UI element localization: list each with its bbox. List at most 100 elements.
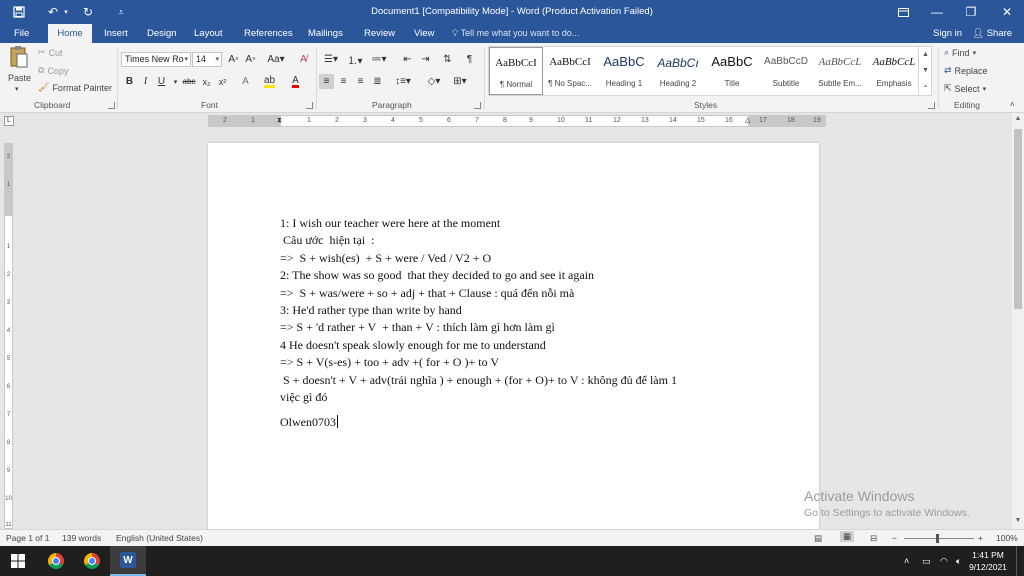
style-emphasis[interactable]: AaBbCcL Emphasis <box>867 47 921 95</box>
grow-font-icon[interactable]: A ˄ <box>226 52 241 67</box>
save-icon[interactable] <box>10 4 28 20</box>
cut-button[interactable]: ✂ Cut <box>38 47 63 58</box>
change-case-icon[interactable]: Aa▾ <box>264 52 288 67</box>
style-heading-1[interactable]: AaBbC Heading 1 <box>597 47 651 95</box>
copy-button[interactable]: ⧉ Copy <box>38 65 68 76</box>
style-subtle-emphasis[interactable]: AaBbCcL Subtle Em... <box>813 47 867 95</box>
style-subtitle[interactable]: AaBbCcD Subtitle <box>759 47 813 95</box>
taskbar-clock[interactable]: 1:41 PM 9/12/2021 <box>962 549 1014 573</box>
tab-design[interactable]: Design <box>139 24 185 43</box>
vertical-scrollbar[interactable]: ▲ ▼ <box>1012 113 1024 529</box>
show-desktop-button[interactable] <box>1016 546 1024 576</box>
zoom-slider-thumb[interactable] <box>936 534 939 543</box>
undo-icon[interactable]: ↶ <box>44 4 62 20</box>
borders-icon[interactable]: ⊞▾ <box>450 74 470 89</box>
right-indent-icon[interactable]: △ <box>745 116 750 126</box>
document-line[interactable]: 1: I wish our teacher were here at the m… <box>280 216 500 230</box>
document-line[interactable]: 4 He doesn't speak slowly enough for me … <box>280 338 546 352</box>
align-left-icon[interactable]: ≡ <box>319 74 334 89</box>
select-button[interactable]: ⇱ Select ▾ <box>944 83 986 94</box>
paragraph-launcher-icon[interactable] <box>474 102 481 109</box>
clear-formatting-icon[interactable]: A̸ <box>296 52 311 67</box>
vertical-ruler[interactable]: 2 1 1 2 3 4 5 6 7 8 9 10 11 <box>4 143 13 529</box>
language-indicator[interactable]: English (United States) <box>116 533 203 543</box>
chevron-down-icon[interactable]: ▼ <box>922 67 929 74</box>
tab-references[interactable]: References <box>236 24 301 43</box>
tab-layout[interactable]: Layout <box>186 24 231 43</box>
document-line[interactable]: => S + 'd rather + V + than + V : thích … <box>280 320 555 334</box>
undo-dropdown-icon[interactable]: ▾ <box>62 4 70 20</box>
styles-launcher-icon[interactable] <box>928 102 935 109</box>
minimize-button[interactable]: — <box>920 0 954 24</box>
document-line[interactable]: việc gì đó <box>280 390 327 404</box>
shading-icon[interactable]: ◇▾ <box>424 74 444 89</box>
superscript-button[interactable]: x² <box>215 74 230 89</box>
document-line[interactable]: => S + was/were + so + adj + that + Clau… <box>280 286 574 300</box>
read-mode-icon[interactable]: ▤ <box>814 533 822 544</box>
decrease-indent-icon[interactable]: ⇤ <box>400 52 415 67</box>
scroll-down-icon[interactable]: ▼ <box>1012 517 1024 527</box>
shrink-font-icon[interactable]: A ˅ <box>243 52 258 67</box>
chevron-up-icon[interactable]: ▲ <box>922 51 929 58</box>
document-line[interactable]: => S + V(s-es) + too + adv +( for + O )+… <box>280 355 499 369</box>
print-layout-icon[interactable]: ▦ <box>840 531 855 542</box>
zoom-slider-track[interactable] <box>904 538 974 539</box>
underline-button[interactable]: U <box>154 74 169 89</box>
battery-icon[interactable]: ▭ <box>922 546 931 576</box>
bullets-icon[interactable]: ☰▾ <box>320 52 342 67</box>
document-page[interactable]: 1: I wish our teacher were here at the m… <box>208 143 819 529</box>
sign-in-link[interactable]: Sign in <box>933 24 962 43</box>
numbering-icon[interactable]: ⒈▾ <box>344 52 366 67</box>
tray-chevron-icon[interactable]: ˄ <box>904 546 909 576</box>
italic-button[interactable]: I <box>138 74 153 89</box>
close-button[interactable]: ✕ <box>990 0 1024 24</box>
multilevel-list-icon[interactable]: ≔▾ <box>368 52 390 67</box>
font-size-combo[interactable]: 14 ▾ <box>192 52 222 67</box>
word-taskbar-icon[interactable]: W <box>110 546 146 576</box>
format-painter-button[interactable]: 🖌︎ Format Painter <box>38 82 112 93</box>
document-line[interactable]: 2: The show was so good that they decide… <box>280 268 594 282</box>
zoom-level[interactable]: 100% <box>996 533 1018 543</box>
paste-dropdown-icon[interactable]: ▾ <box>15 85 19 93</box>
windows-start-icon[interactable] <box>0 546 36 576</box>
pilcrow-icon[interactable]: ¶ <box>462 52 477 67</box>
subscript-button[interactable]: x₂ <box>199 74 214 89</box>
tab-review[interactable]: Review <box>356 24 403 43</box>
strikethrough-button[interactable]: abc <box>180 74 198 89</box>
tab-mailings[interactable]: Mailings <box>300 24 351 43</box>
style-heading-2[interactable]: AaBbCı Heading 2 <box>651 47 705 95</box>
styles-gallery-scroll[interactable]: ▲ ▼ ⩡ <box>918 47 932 95</box>
highlight-color-icon[interactable]: ab <box>262 74 277 89</box>
paste-button[interactable] <box>8 45 30 69</box>
sort-icon[interactable]: ⇅ <box>440 52 455 67</box>
line-spacing-icon[interactable]: ↕≡▾ <box>392 74 414 89</box>
collapse-ribbon-icon[interactable]: ˄ <box>1010 100 1015 109</box>
tab-file[interactable]: File <box>6 24 37 43</box>
style-no-spacing[interactable]: AaBbCcI ¶ No Spac... <box>543 47 597 95</box>
volume-icon[interactable]: 🔈︎ <box>956 546 961 576</box>
text-effects-icon[interactable]: A <box>238 74 253 89</box>
font-name-combo[interactable]: Times New Ro ▾ <box>121 52 191 67</box>
horizontal-ruler[interactable]: 2 1 ⧗ 1 2 3 4 5 6 7 8 9 10 11 12 13 14 1… <box>208 115 826 127</box>
align-right-icon[interactable]: ≡ <box>353 74 368 89</box>
style-normal[interactable]: AaBbCcI ¶ Normal <box>489 47 543 95</box>
zoom-out-icon[interactable]: − <box>892 533 897 543</box>
clipboard-launcher-icon[interactable] <box>108 102 115 109</box>
tab-view[interactable]: View <box>406 24 442 43</box>
document-line[interactable]: Câu ước hiện tại : <box>280 233 375 247</box>
scrollbar-thumb[interactable] <box>1014 129 1022 309</box>
wifi-icon[interactable]: ◠ <box>940 546 948 576</box>
web-layout-icon[interactable]: ⊟ <box>870 533 877 544</box>
style-title[interactable]: AaBbC Title <box>705 47 759 95</box>
tab-selector-icon[interactable]: L <box>4 116 14 126</box>
font-color-icon[interactable]: A <box>288 74 303 89</box>
replace-button[interactable]: ⇄ Replace <box>944 65 988 76</box>
word-count[interactable]: 139 words <box>62 533 101 543</box>
chrome-icon[interactable] <box>38 546 74 576</box>
ribbon-display-options-icon[interactable] <box>886 0 920 24</box>
increase-indent-icon[interactable]: ⇥ <box>418 52 433 67</box>
find-button[interactable]: ⌕ Find ▾ <box>944 47 976 58</box>
more-styles-icon[interactable]: ⩡ <box>924 83 928 91</box>
chrome-icon[interactable] <box>74 546 110 576</box>
redo-icon[interactable]: ↻ <box>80 4 96 20</box>
